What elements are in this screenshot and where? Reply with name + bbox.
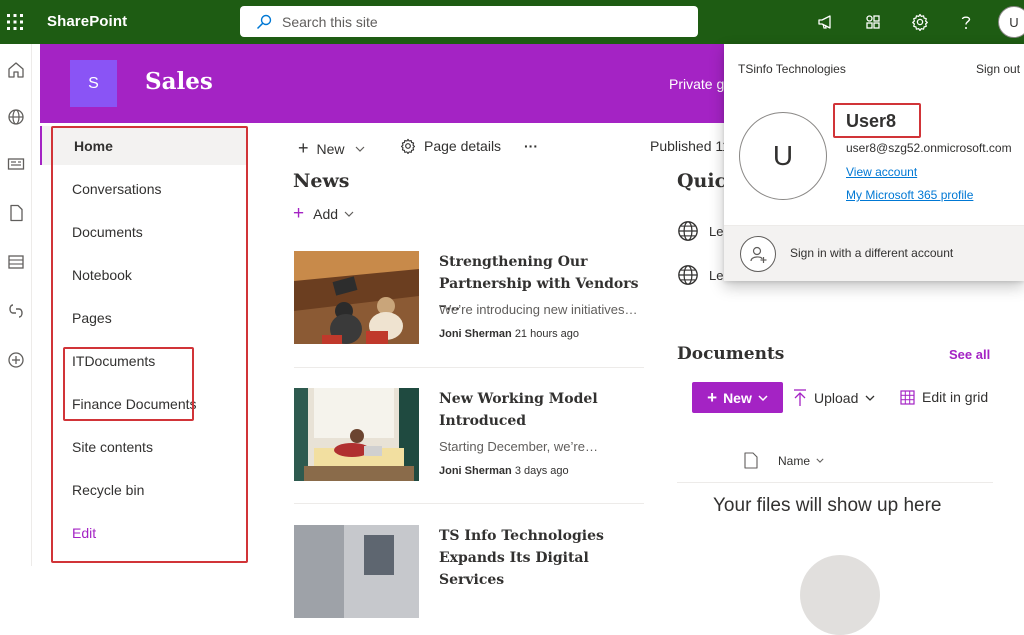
news-time: 21 hours ago (514, 328, 580, 340)
news-item[interactable]: New Working Model Introduced Starting De… (294, 388, 644, 488)
chevron-down-icon (758, 394, 768, 401)
see-all-link[interactable]: See all (949, 347, 990, 362)
sign-in-different-account-button[interactable]: Sign in with a different account (724, 225, 1024, 281)
edit-in-grid-label: Edit in grid (922, 389, 989, 405)
account-manager-flyout: TSinfo Technologies Sign out U User8 use… (724, 44, 1024, 281)
add-circle-icon[interactable] (5, 349, 27, 371)
waffle-icon[interactable] (0, 0, 30, 44)
page-details-button[interactable]: Page details (400, 138, 501, 154)
search-icon (256, 14, 272, 30)
news-divider (294, 367, 644, 368)
file-type-icon (744, 452, 758, 469)
news-meta: Joni Sherman 3 days ago (439, 465, 569, 477)
app-launcher-icon[interactable] (862, 10, 886, 34)
news-headline[interactable]: TS Info Technologies Expands Its Digital… (439, 525, 644, 591)
grid-icon (900, 389, 915, 405)
site-logo[interactable]: S (70, 60, 117, 107)
globe-icon (677, 220, 699, 242)
search-box[interactable] (240, 6, 698, 37)
upload-button[interactable]: Upload (793, 389, 875, 407)
app-bar (0, 44, 32, 566)
file-icon[interactable] (5, 202, 27, 224)
news-add-button[interactable]: + Add (293, 203, 354, 225)
globe-icon (677, 264, 699, 286)
home-icon[interactable] (5, 59, 27, 81)
news-icon[interactable] (5, 153, 27, 175)
plus-icon: + (707, 387, 718, 407)
globe-icon[interactable] (5, 106, 27, 128)
plus-icon: + (293, 203, 305, 224)
quick-link-item[interactable]: Le (677, 264, 723, 286)
new-label: New (723, 389, 752, 406)
left-navigation: Home Conversations Documents Notebook Pa… (40, 123, 262, 566)
highlight-box-nav (51, 126, 248, 563)
upload-icon (793, 389, 807, 407)
user-avatar-button[interactable]: U (998, 6, 1024, 38)
sign-in-different-account-label: Sign in with a different account (790, 246, 954, 260)
app-name[interactable]: SharePoint (47, 13, 127, 30)
plus-icon: + (298, 138, 309, 158)
upload-label: Upload (814, 390, 859, 406)
suite-bar: SharePoint U (0, 0, 1024, 44)
add-person-icon (740, 236, 776, 272)
view-account-link[interactable]: View account (846, 165, 917, 179)
news-description: Starting December, we’re… (439, 439, 598, 454)
help-icon[interactable] (954, 10, 978, 34)
news-author: Joni Sherman (439, 328, 512, 340)
gear-icon (400, 138, 416, 154)
site-title[interactable]: Sales (145, 68, 213, 95)
documents-divider (677, 482, 993, 483)
edit-in-grid-button[interactable]: Edit in grid (900, 389, 988, 405)
chevron-down-icon (816, 458, 824, 463)
news-thumbnail-image[interactable] (294, 525, 419, 618)
new-menu-button[interactable]: + New (298, 138, 365, 159)
add-label: Add (313, 206, 339, 222)
name-column-label: Name (778, 453, 811, 468)
documents-column-header: Name (744, 452, 824, 469)
page-details-label: Page details (424, 138, 502, 154)
news-headline[interactable]: New Working Model Introduced (439, 388, 644, 432)
chevron-down-icon (865, 395, 875, 401)
news-thumbnail-image[interactable] (294, 251, 419, 344)
news-item[interactable]: Strengthening Our Partnership with Vendo… (294, 251, 644, 351)
documents-heading: Documents (677, 344, 785, 364)
highlight-box-custom-libraries (63, 347, 194, 421)
news-time: 3 days ago (514, 465, 569, 477)
account-email: user8@szg52.onmicrosoft.com (846, 141, 1012, 155)
sign-out-link[interactable]: Sign out (976, 62, 1020, 76)
account-avatar: U (739, 112, 827, 200)
published-status: Published 11 (650, 138, 730, 154)
empty-state-message: Your files will show up here (713, 495, 942, 516)
search-input[interactable] (282, 13, 662, 30)
new-label: New (316, 140, 345, 157)
news-item[interactable]: TS Info Technologies Expands Its Digital… (294, 525, 644, 625)
highlight-box-username (833, 103, 921, 138)
loop-icon[interactable] (5, 300, 27, 322)
organization-name: TSinfo Technologies (738, 62, 846, 76)
site-privacy-label: Private gr (669, 76, 729, 92)
news-meta: Joni Sherman 21 hours ago (439, 328, 579, 340)
chevron-down-icon (344, 211, 354, 217)
news-thumbnail-image[interactable] (294, 388, 419, 481)
news-heading: News (293, 170, 350, 192)
quick-link-label: Le (709, 223, 724, 239)
m365-profile-link[interactable]: My Microsoft 365 profile (846, 188, 973, 202)
megaphone-icon[interactable] (814, 10, 838, 34)
empty-state-illustration (800, 555, 880, 635)
name-column-header[interactable]: Name (778, 454, 824, 468)
list-icon[interactable] (5, 251, 27, 273)
news-description: We’re introducing new initiatives… (439, 302, 638, 317)
news-author: Joni Sherman (439, 465, 512, 477)
documents-new-button[interactable]: + New (692, 382, 783, 413)
quick-link-label: Le (709, 267, 724, 283)
gear-icon[interactable] (908, 10, 932, 34)
more-options-button[interactable]: ··· (524, 138, 538, 154)
news-divider (294, 503, 644, 504)
chevron-down-icon (355, 146, 365, 152)
quick-link-item[interactable]: Le (677, 220, 723, 242)
